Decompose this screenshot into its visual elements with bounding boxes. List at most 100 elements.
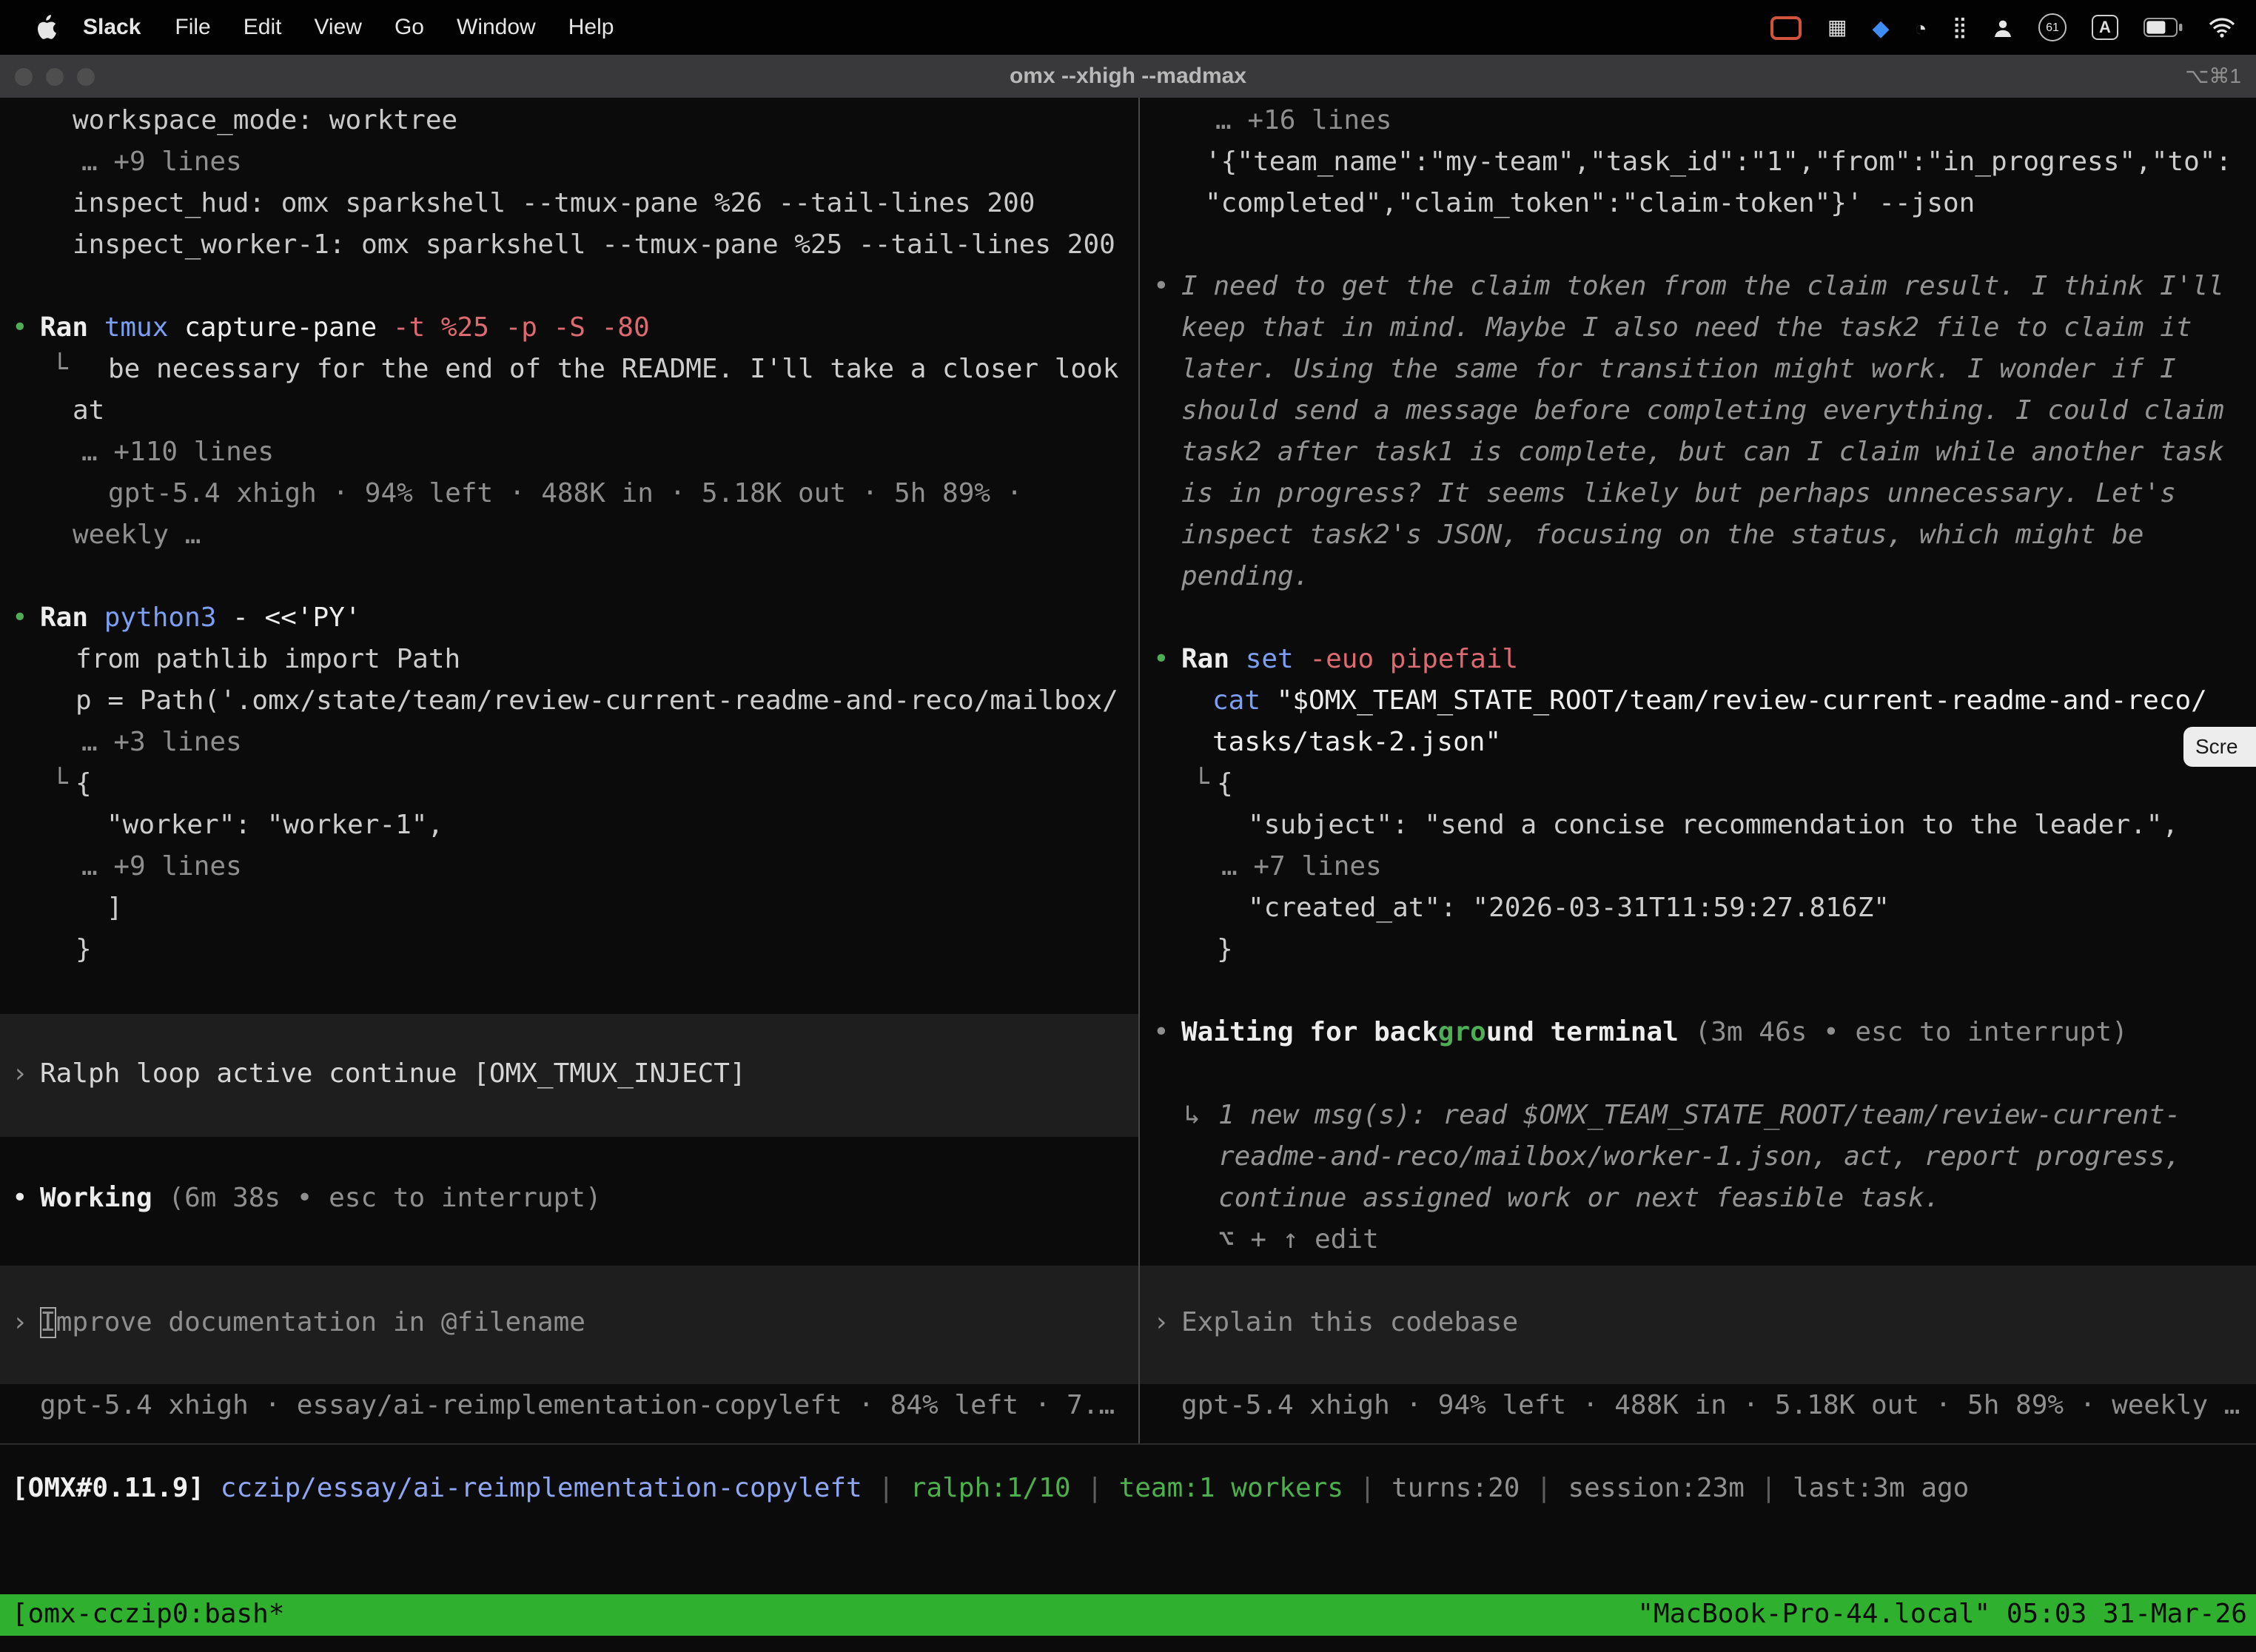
- omx-status-line: [OMX#0.11.9] cczip/essay/ai-reimplementa…: [12, 1468, 1969, 1510]
- bullet-icon: •: [12, 1178, 28, 1220]
- thinking-text: inspect task2's JSON, focusing on the st…: [1181, 515, 2143, 557]
- battery-percent-badge[interactable]: 61: [2038, 13, 2067, 41]
- menu-file[interactable]: File: [158, 15, 226, 40]
- left-pane[interactable]: workspace_mode: worktree … +9 lines insp…: [0, 98, 1138, 1443]
- omitted-lines: … +9 lines: [81, 142, 242, 184]
- right-pane[interactable]: … +16 lines '{"team_name":"my-team","tas…: [1140, 98, 2256, 1443]
- omx-version: [OMX#0.11.9]: [12, 1473, 204, 1504]
- menu-edit[interactable]: Edit: [227, 15, 298, 40]
- reply-arrow-icon: ↳: [1184, 1095, 1201, 1137]
- terminal-panes: workspace_mode: worktree … +9 lines insp…: [0, 98, 2256, 1443]
- omx-session-path: cczip/essay/ai-reimplementation-copyleft: [204, 1473, 862, 1504]
- menu-app-name[interactable]: Slack: [65, 15, 158, 40]
- ran-command: Ran set -euo pipefail: [1181, 639, 1518, 681]
- menu-window[interactable]: Window: [440, 15, 552, 40]
- json-arg: '{"team_name":"my-team","task_id":"1","f…: [1205, 142, 2232, 184]
- omitted-lines: … +110 lines: [81, 432, 274, 474]
- command-output: gpt-5.4 xhigh · 94% left · 488K in · 5.1…: [108, 474, 1022, 515]
- json-output: "created_at": "2026-03-31T11:59:27.816Z": [1248, 888, 1890, 930]
- ran-command: Ran tmux capture-pane -t %25 -p -S -80: [40, 308, 650, 349]
- bullet-icon: •: [1153, 639, 1169, 681]
- tmux-host-clock: "MacBook-Pro-44.local" 05:03 31-Mar-26: [1637, 1594, 2256, 1636]
- elbow-icon: └: [52, 764, 68, 805]
- status-icons: ▦ ◆ ◔ ⣿ 61 A: [1771, 13, 2256, 41]
- thinking-text: pending.: [1181, 557, 1309, 598]
- omitted-lines: … +3 lines: [81, 722, 242, 764]
- script-body: p = Path('.omx/state/team/review-current…: [75, 681, 1118, 722]
- menu-bar-left: Slack File Edit View Go Window Help: [0, 15, 630, 40]
- menu-view[interactable]: View: [298, 15, 378, 40]
- mailbox-message: readme-and-reco/mailbox/worker-1.json, a…: [1218, 1137, 2181, 1178]
- omx-ralph-counter: ralph:1/10: [910, 1473, 1071, 1504]
- command-body: cat "$OMX_TEAM_STATE_ROOT/team/review-cu…: [1212, 681, 2207, 722]
- clock-icon[interactable]: ◔: [1915, 16, 1927, 39]
- command-output: weekly …: [73, 515, 201, 557]
- json-output: {: [1217, 764, 1233, 805]
- screen-recording-icon[interactable]: [1771, 16, 1802, 39]
- thinking-text: should send a message before completing …: [1181, 391, 2224, 432]
- wifi-icon[interactable]: [2209, 17, 2235, 38]
- elbow-icon: └: [1193, 764, 1209, 805]
- bullet-icon: •: [12, 598, 28, 639]
- window-title-bar[interactable]: omx --xhigh --madmax ⌥⌘1: [0, 55, 2256, 98]
- screen: Slack File Edit View Go Window Help ▦ ◆ …: [0, 0, 2256, 1652]
- omx-turns: turns:20: [1391, 1473, 1520, 1504]
- elbow-icon: └: [52, 349, 68, 391]
- menu-go[interactable]: Go: [378, 15, 440, 40]
- json-output: {: [75, 764, 92, 805]
- omx-session-time: session:23m: [1568, 1473, 1744, 1504]
- pane-footer-status: gpt-5.4 xhigh · essay/ai-reimplementatio…: [40, 1386, 1115, 1427]
- json-output: "subject": "send a concise recommendatio…: [1248, 805, 2178, 847]
- json-arg: "completed","claim_token":"claim-token"}…: [1205, 184, 1975, 225]
- command-output: at: [73, 391, 104, 432]
- dots-grid-icon[interactable]: ⣿: [1952, 15, 1967, 40]
- config-line: workspace_mode: worktree: [73, 101, 457, 142]
- tmux-session-window: [omx-cczip0:bash*: [0, 1594, 284, 1636]
- grid-icon[interactable]: ▦: [1827, 15, 1847, 40]
- menu-help[interactable]: Help: [552, 15, 631, 40]
- battery-icon[interactable]: [2143, 18, 2183, 37]
- prompt-input[interactable]: Improve documentation in @filename: [40, 1303, 585, 1344]
- json-output: "worker": "worker-1",: [107, 805, 443, 847]
- pane-footer-status: gpt-5.4 xhigh · 94% left · 488K in · 5.1…: [1181, 1386, 2240, 1427]
- tmux-status-bar: [omx-cczip0:bash* "MacBook-Pro-44.local"…: [0, 1594, 2256, 1636]
- mailbox-message: continue assigned work or next feasible …: [1218, 1178, 1940, 1220]
- omx-last-activity: last:3m ago: [1793, 1473, 1969, 1504]
- prompt-suggestion[interactable]: Explain this codebase: [1181, 1303, 1518, 1344]
- json-output: ]: [107, 888, 123, 930]
- mailbox-message: 1 new msg(s): read $OMX_TEAM_STATE_ROOT/…: [1218, 1095, 2181, 1137]
- zoom-button[interactable]: [77, 67, 95, 85]
- traffic-lights: [15, 55, 95, 98]
- thinking-text: keep that in mind. Maybe I also need the…: [1181, 308, 2192, 349]
- minimize-button[interactable]: [46, 67, 64, 85]
- json-output: }: [75, 930, 92, 971]
- ran-command: Ran python3 - <<'PY': [40, 598, 361, 639]
- tab-shortcut-hint: ⌥⌘1: [2185, 64, 2241, 89]
- bullet-icon: •: [12, 308, 28, 349]
- pane-divider[interactable]: [1138, 98, 1140, 1443]
- thinking-text: is in progress? It seems likely but perh…: [1181, 474, 2176, 515]
- input-source-icon[interactable]: A: [2092, 15, 2118, 40]
- command-body: tasks/task-2.json": [1212, 722, 1501, 764]
- omitted-lines: … +7 lines: [1221, 847, 1382, 888]
- person-icon[interactable]: [1993, 17, 2013, 38]
- json-output: }: [1217, 930, 1233, 971]
- close-button[interactable]: [15, 67, 33, 85]
- chevron-icon: ›: [12, 1054, 28, 1095]
- config-line: inspect_hud: omx sparkshell --tmux-pane …: [73, 184, 1035, 225]
- thinking-text: I need to get the claim token from the c…: [1181, 266, 2224, 308]
- screen-share-overlay: Scre: [2183, 727, 2256, 767]
- app-status-icon[interactable]: ◆: [1872, 14, 1889, 41]
- pane-bottom-border: [0, 1443, 2256, 1445]
- chevron-icon: ›: [1153, 1303, 1169, 1344]
- thinking-text: task2 after task1 is complete, but can I…: [1181, 432, 2224, 474]
- window-title: omx --xhigh --madmax: [0, 64, 2256, 89]
- bullet-icon: •: [1153, 1013, 1169, 1054]
- menu-bar: Slack File Edit View Go Window Help ▦ ◆ …: [0, 0, 2256, 55]
- terminal-cursor: I: [40, 1307, 56, 1338]
- script-body: from pathlib import Path: [75, 639, 460, 681]
- inject-message: Ralph loop active continue [OMX_TMUX_INJ…: [40, 1054, 746, 1095]
- config-line: inspect_worker-1: omx sparkshell --tmux-…: [73, 225, 1115, 266]
- waiting-status: Waiting for background terminal (3m 46s …: [1181, 1013, 2128, 1054]
- apple-menu-icon[interactable]: [27, 15, 65, 40]
